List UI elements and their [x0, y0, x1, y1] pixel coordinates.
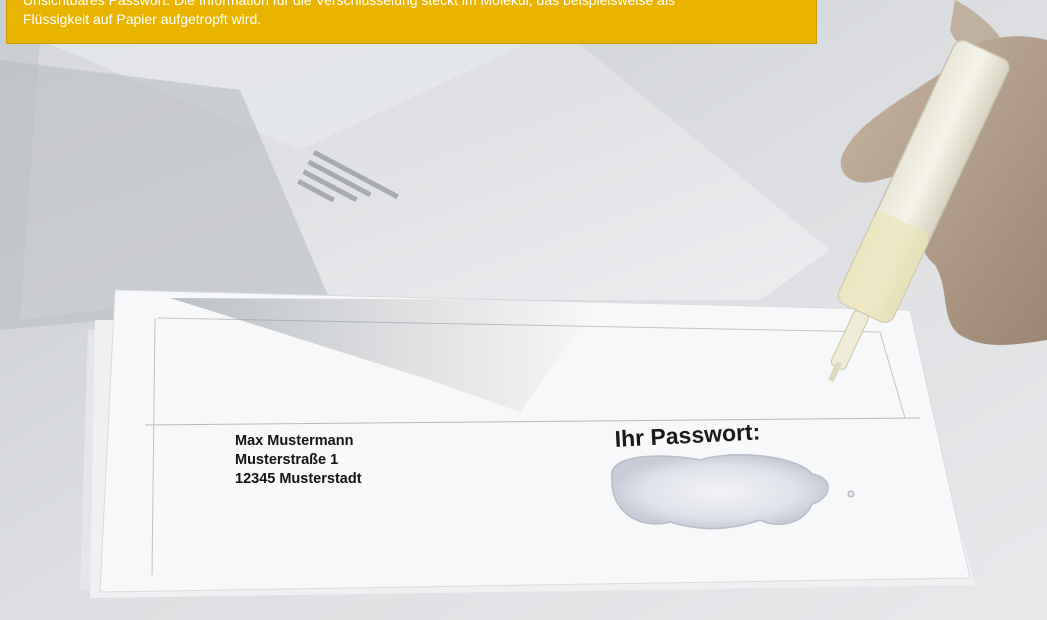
recipient-street: Musterstraße 1 — [235, 452, 339, 468]
caption-line-1: Unsichtbares Passwort: Die Information f… — [23, 0, 676, 8]
recipient-address: Max Mustermann Musterstraße 1 12345 Must… — [235, 432, 362, 489]
recipient-name: Max Mustermann — [235, 433, 354, 449]
photo-scene: Max Mustermann Musterstraße 1 12345 Must… — [0, 0, 1047, 620]
caption-line-2: Flüssigkeit auf Papier aufgetropft wird. — [23, 11, 262, 27]
caption-banner: Unsichtbares Passwort: Die Information f… — [6, 0, 817, 44]
photo-background — [0, 0, 1047, 620]
recipient-city: 12345 Musterstadt — [235, 471, 362, 487]
